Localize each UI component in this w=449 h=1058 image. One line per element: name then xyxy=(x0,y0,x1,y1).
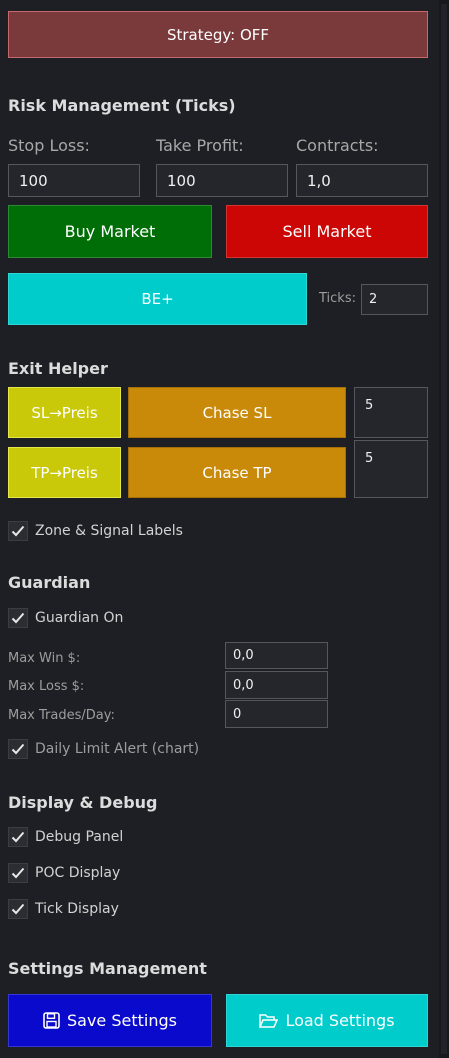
guardian-on-checkbox[interactable] xyxy=(8,608,28,628)
tick-display-checkbox[interactable] xyxy=(8,899,28,919)
poc-display-checkbox[interactable] xyxy=(8,863,28,883)
break-even-label: BE+ xyxy=(141,290,174,308)
load-settings-label: Load Settings xyxy=(285,1011,395,1030)
tick-display-checkbox-row[interactable]: Tick Display xyxy=(8,899,119,919)
strategy-toggle-label: Strategy: OFF xyxy=(166,25,270,44)
risk-management-heading: Risk Management (Ticks) xyxy=(8,96,236,115)
poc-display-checkbox-row[interactable]: POC Display xyxy=(8,863,120,883)
chase-sl-input[interactable]: 5 xyxy=(354,387,428,438)
folder-open-icon xyxy=(259,1013,279,1029)
ticks-input[interactable]: 2 xyxy=(361,284,428,315)
max-trades-input[interactable]: 0 xyxy=(225,700,328,728)
stop-loss-value: 100 xyxy=(19,171,48,190)
daily-limit-alert-label: Daily Limit Alert (chart) xyxy=(35,741,200,757)
poc-display-label: POC Display xyxy=(35,865,121,881)
zone-signal-labels-checkbox-row[interactable]: Zone & Signal Labels xyxy=(8,521,183,541)
check-icon xyxy=(11,612,25,624)
chase-tp-button[interactable]: Chase TP xyxy=(128,447,346,498)
zone-signal-labels-checkbox[interactable] xyxy=(8,521,28,541)
chase-sl-button[interactable]: Chase SL xyxy=(128,387,346,438)
buy-market-button[interactable]: Buy Market xyxy=(8,205,212,258)
floppy-disk-icon xyxy=(43,1012,60,1029)
max-loss-value: 0,0 xyxy=(233,677,254,693)
take-profit-input[interactable]: 100 xyxy=(156,164,288,197)
chase-sl-value: 5 xyxy=(365,398,374,413)
chase-sl-label: Chase SL xyxy=(202,403,272,422)
max-win-label: Max Win $: xyxy=(8,651,81,666)
check-icon xyxy=(11,867,25,879)
check-icon xyxy=(11,525,25,537)
stop-loss-label: Stop Loss: xyxy=(8,136,90,155)
max-trades-label: Max Trades/Day: xyxy=(8,708,115,723)
zone-signal-labels-label: Zone & Signal Labels xyxy=(35,523,183,539)
display-debug-heading: Display & Debug xyxy=(8,793,158,812)
check-icon xyxy=(11,903,25,915)
guardian-heading: Guardian xyxy=(8,573,91,592)
max-win-value: 0,0 xyxy=(233,648,254,663)
debug-panel-checkbox[interactable] xyxy=(8,827,28,847)
max-trades-value: 0 xyxy=(233,706,242,722)
save-settings-label: Save Settings xyxy=(67,1011,177,1030)
tp-to-price-button[interactable]: TP→Preis xyxy=(8,447,121,498)
check-icon xyxy=(11,743,25,755)
chase-tp-label: Chase TP xyxy=(202,463,272,482)
max-loss-label: Max Loss $: xyxy=(8,679,85,694)
debug-panel-label: Debug Panel xyxy=(35,829,124,845)
daily-limit-alert-checkbox[interactable] xyxy=(8,739,28,759)
take-profit-label: Take Profit: xyxy=(156,136,244,155)
tick-display-label: Tick Display xyxy=(35,901,119,917)
break-even-button[interactable]: BE+ xyxy=(8,273,307,325)
exit-helper-heading: Exit Helper xyxy=(8,359,108,378)
take-profit-value: 100 xyxy=(167,171,196,190)
max-win-input[interactable]: 0,0 xyxy=(225,642,328,669)
check-icon xyxy=(11,831,25,843)
chase-tp-input[interactable]: 5 xyxy=(354,440,428,498)
settings-management-heading: Settings Management xyxy=(8,959,207,978)
chase-tp-value: 5 xyxy=(365,451,374,466)
tp-to-price-label: TP→Preis xyxy=(31,463,98,482)
contracts-value: 1,0 xyxy=(307,171,331,190)
load-settings-button[interactable]: Load Settings xyxy=(226,994,428,1047)
scrollbar-thumb[interactable] xyxy=(441,4,447,1054)
contracts-input[interactable]: 1,0 xyxy=(296,164,428,197)
sl-to-price-button[interactable]: SL→Preis xyxy=(8,387,121,438)
contracts-label: Contracts: xyxy=(296,136,379,155)
sl-to-price-label: SL→Preis xyxy=(31,403,98,422)
daily-limit-alert-checkbox-row[interactable]: Daily Limit Alert (chart) xyxy=(8,739,199,759)
strategy-toggle-button[interactable]: Strategy: OFF xyxy=(8,11,428,58)
stop-loss-input[interactable]: 100 xyxy=(8,164,140,197)
sell-market-button[interactable]: Sell Market xyxy=(226,205,428,258)
ticks-value: 2 xyxy=(369,292,378,307)
ticks-label: Ticks: xyxy=(319,291,356,306)
guardian-on-label: Guardian On xyxy=(35,610,124,626)
save-settings-button[interactable]: Save Settings xyxy=(8,994,212,1047)
max-loss-input[interactable]: 0,0 xyxy=(225,671,328,699)
buy-market-label: Buy Market xyxy=(64,222,156,241)
guardian-on-checkbox-row[interactable]: Guardian On xyxy=(8,608,123,628)
sell-market-label: Sell Market xyxy=(282,222,372,241)
debug-panel-checkbox-row[interactable]: Debug Panel xyxy=(8,827,123,847)
